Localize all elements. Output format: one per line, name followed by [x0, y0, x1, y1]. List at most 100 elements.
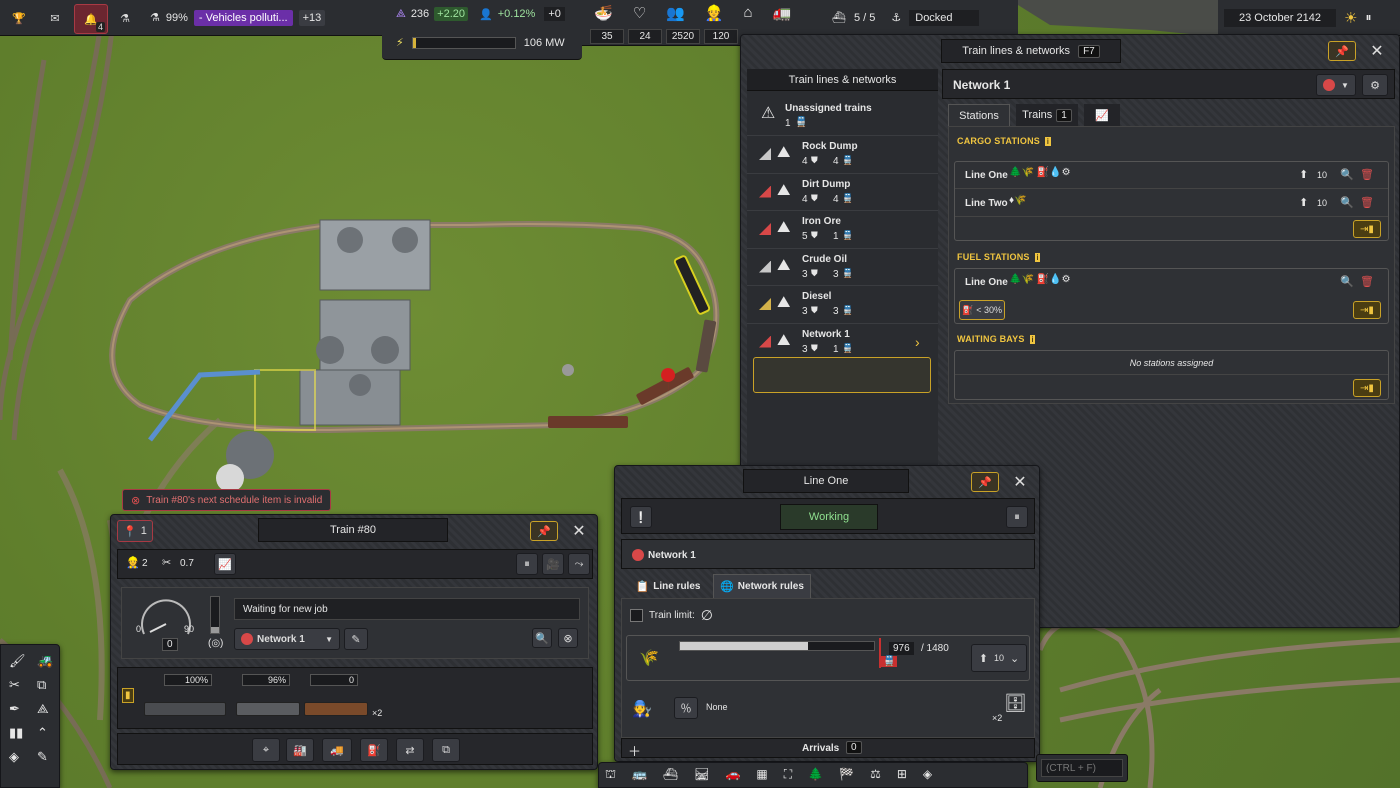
storage-icon[interactable]: ⛶: [784, 767, 792, 783]
search-input[interactable]: [1041, 759, 1123, 777]
arrivals-bar[interactable]: ＋ Arrivals 0: [621, 738, 1035, 760]
cargo-direction-select[interactable]: ⬆ 10 ⌄: [971, 644, 1027, 672]
search-icon[interactable]: 🔍: [1340, 196, 1354, 209]
throttle-slider[interactable]: [210, 596, 220, 634]
car-icon[interactable]: 🚗: [725, 767, 740, 783]
line-close-button[interactable]: ✕: [1007, 471, 1033, 493]
train-camera-button[interactable]: 🎥: [542, 553, 564, 575]
add-icon[interactable]: ＋: [628, 741, 641, 760]
train-car[interactable]: 96%: [236, 672, 300, 724]
edit-tool-icon[interactable]: ✎: [37, 749, 61, 765]
fuel-station-row[interactable]: Line One 🌲🌾 ⛽💧⚙ 🔍 🗑: [955, 269, 1388, 295]
road-icon[interactable]: ▦: [756, 767, 767, 783]
copy-icon[interactable]: ⧉: [37, 677, 61, 693]
tab-stats[interactable]: 📈: [1084, 104, 1120, 126]
add-fuel-station-button[interactable]: ⇥▮: [1353, 301, 1381, 319]
train-car[interactable]: 100%: [144, 672, 226, 724]
refuel-button[interactable]: ⛽: [360, 738, 388, 762]
tab-network-rules[interactable]: 🌐 Network rules: [713, 574, 811, 598]
pollution-notice[interactable]: - Vehicles polluti...: [193, 9, 293, 26]
picker-icon[interactable]: ✒: [9, 701, 33, 717]
cargo-station-row[interactable]: Line Two ♦🌾 ⬆ 10 🔍 🗑: [955, 190, 1388, 217]
upload-icon[interactable]: ⬆: [1299, 168, 1308, 181]
tree-icon[interactable]: 🌲: [808, 767, 823, 783]
upload-icon[interactable]: ⬆: [1299, 196, 1308, 209]
clone-button[interactable]: ⧉: [432, 738, 460, 762]
build-icon[interactable]: ⛫: [605, 767, 616, 783]
delete-icon[interactable]: 🗑: [1360, 168, 1374, 181]
transport-icon[interactable]: 🚌: [632, 767, 647, 783]
network-list-item[interactable]: ⛰ Iron Ore 5 ⛊ 1 🚆: [747, 210, 938, 247]
brake-icon[interactable]: (◎): [208, 638, 223, 649]
train-clear-button[interactable]: ⊗: [558, 628, 578, 648]
train-pause-button[interactable]: ⏸: [516, 553, 538, 575]
cut-icon[interactable]: ✂: [9, 677, 33, 693]
ships-panel[interactable]: ⛴ 5 / 5 ⚓ Docked: [822, 0, 1018, 36]
upgrade-icon[interactable]: ⌃: [37, 725, 61, 741]
train-limit-row[interactable]: Train limit: ∅: [630, 607, 713, 624]
delete-icon[interactable]: 🗑: [1360, 275, 1374, 288]
line-color-icon: [759, 185, 771, 198]
line-alert-button[interactable]: ❕: [630, 506, 652, 528]
percent-button[interactable]: ％: [674, 697, 698, 719]
locate-button[interactable]: ⌖: [252, 738, 280, 762]
alerts-button[interactable]: 🔔 4: [74, 4, 108, 34]
network-settings-button[interactable]: ⚙: [1362, 74, 1388, 96]
cargo-stations-box: Line One 🌲🌾 ⛽💧⚙ ⬆ 10 🔍 🗑 Line Two ♦🌾 ⬆ 10 🔍 🗑 ⇥▮: [954, 161, 1389, 241]
train-car[interactable]: 0: [304, 672, 368, 724]
train-close-button[interactable]: ✕: [566, 520, 592, 542]
network-list-item[interactable]: ⛰ Rock Dump 4 ⛊ 4 🚆: [747, 135, 938, 172]
train-limit-checkbox[interactable]: [630, 609, 643, 622]
train-stats-button[interactable]: 📈: [214, 553, 236, 575]
layers-icon[interactable]: ◈: [9, 749, 33, 765]
network-list-item[interactable]: ⛰ Dirt Dump 4 ⛊ 4 🚆: [747, 172, 938, 210]
add-waiting-bay-button[interactable]: ⇥▮: [1353, 379, 1381, 397]
network-list-item[interactable]: ⛰ Diesel 3 ⛊ 3 🚆: [747, 285, 938, 322]
flask-icon[interactable]: ⚗: [112, 6, 138, 30]
rail-icon[interactable]: 🛤: [694, 767, 709, 783]
tab-line-rules[interactable]: 📋 Line rules: [627, 574, 709, 598]
trophy-icon[interactable]: 🏆: [6, 6, 32, 30]
network-list-item[interactable]: ⛰ Crude Oil 3 ⛊ 3 🚆: [747, 247, 938, 285]
network-list-item[interactable]: ⛰ Network 1 3 ⛊ 1 🚆 ›: [747, 322, 938, 360]
brush-icon[interactable]: 🖌: [9, 653, 33, 669]
line-network-row[interactable]: Network 1: [621, 539, 1035, 569]
depot-button[interactable]: 🏭: [286, 738, 314, 762]
tab-stations[interactable]: Stations: [948, 104, 1010, 126]
train-route-button[interactable]: ⤳: [568, 553, 590, 575]
train-edit-button[interactable]: ✎: [344, 628, 368, 650]
speed-bars-icon[interactable]: ⏸: [1365, 10, 1371, 25]
pin-button[interactable]: 📌: [1328, 41, 1356, 61]
search-icon[interactable]: 🔍: [1340, 168, 1354, 181]
search-icon[interactable]: 🔍: [1340, 275, 1354, 288]
unity-tool-icon[interactable]: ⟁: [37, 701, 61, 717]
line-pause-button[interactable]: ⏸: [1006, 506, 1028, 528]
train-pin-button[interactable]: 📌: [530, 521, 558, 541]
cargo-current[interactable]: 976: [889, 642, 914, 655]
layers-icon[interactable]: ◈: [923, 767, 932, 783]
vehicle-button[interactable]: 🚚: [322, 738, 352, 762]
pollution-more[interactable]: +13: [298, 9, 326, 26]
train-alert-button[interactable]: 📍 1: [117, 520, 153, 542]
vehicle-tool-icon[interactable]: 🚜: [37, 653, 61, 669]
fuel-threshold-button[interactable]: ⛽ < 30%: [959, 300, 1005, 320]
replace-button[interactable]: ⇄: [396, 738, 424, 762]
close-button[interactable]: ✕: [1364, 40, 1390, 62]
ship-build-icon[interactable]: ⛴: [663, 767, 678, 783]
network-color-select[interactable]: ▼: [1316, 74, 1356, 96]
tab-trains[interactable]: Trains 1: [1016, 104, 1078, 126]
mail-icon[interactable]: ✉: [42, 6, 68, 30]
list-item-unassigned[interactable]: ⚠ Unassigned trains 1 🚆: [747, 97, 938, 135]
flag-icon[interactable]: 🏁: [839, 767, 854, 783]
delete-icon[interactable]: 🗑: [1360, 196, 1374, 209]
grid-icon[interactable]: ⊞: [897, 767, 907, 783]
line-pin-button[interactable]: 📌: [971, 472, 999, 492]
cargo-station-row[interactable]: Line One 🌲🌾 ⛽💧⚙ ⬆ 10 🔍 🗑: [955, 162, 1388, 189]
bars-icon[interactable]: ▮▮: [9, 725, 33, 741]
train-network-select[interactable]: Network 1 ▼: [234, 628, 340, 650]
train-alert-toast[interactable]: ⊗ Train #80's next schedule item is inva…: [122, 489, 332, 511]
add-cargo-station-button[interactable]: ⇥▮: [1353, 220, 1381, 238]
research-bar[interactable]: ⚗ 99% - Vehicles polluti... +13: [144, 0, 382, 36]
scale-icon[interactable]: ⚖: [870, 767, 881, 783]
train-search-button[interactable]: 🔍: [532, 628, 552, 648]
